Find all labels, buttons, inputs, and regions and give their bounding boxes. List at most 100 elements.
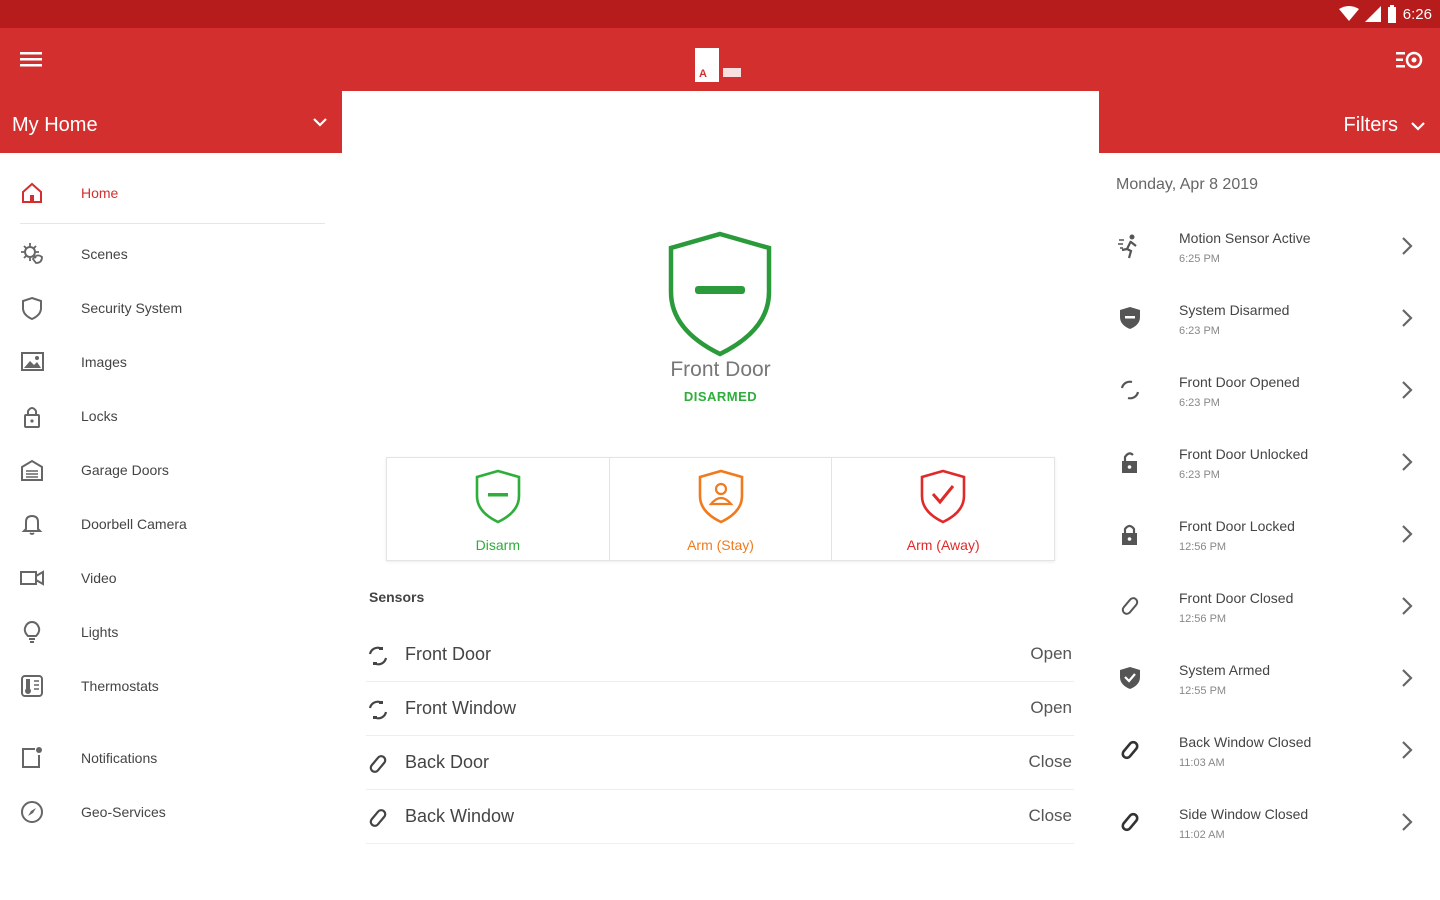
sidebar-item-label: Home — [81, 185, 119, 201]
event-time: 6:23 PM — [1179, 325, 1220, 337]
sidebar-item-locks[interactable]: Locks — [0, 393, 330, 439]
lock-icon — [1122, 524, 1137, 545]
sidebar-item-garage-doors[interactable]: Garage Doors — [0, 447, 330, 493]
security-device-name: Front Door — [670, 358, 771, 381]
sensor-closed-icon — [1121, 812, 1139, 832]
sidebar-item-images[interactable]: Images — [0, 339, 330, 385]
chevron-right-icon — [1402, 741, 1413, 759]
activity-event[interactable]: Motion Sensor Active 6:25 PM — [1100, 218, 1440, 290]
compass-icon — [18, 798, 46, 826]
chevron-right-icon — [1402, 237, 1413, 255]
scenes-icon — [18, 240, 46, 268]
sidebar-item-scenes[interactable]: Scenes — [0, 231, 330, 277]
sensor-value: Close — [1028, 806, 1072, 825]
sensor-name: Front Window — [405, 698, 517, 718]
unlock-icon — [1122, 452, 1137, 473]
sensor-value: Open — [1030, 644, 1072, 663]
activity-event[interactable]: Front Door Opened 6:23 PM — [1100, 362, 1440, 434]
sidebar-item-security-system[interactable]: Security System — [0, 285, 330, 331]
sidebar-item-geo-services[interactable]: Geo-Services — [0, 789, 330, 835]
sensor-name: Back Window — [405, 806, 515, 826]
sidebar-item-video[interactable]: Video — [0, 555, 330, 601]
sidebar-item-label: Doorbell Camera — [81, 516, 187, 532]
sensor-row[interactable]: Back Door Close — [366, 736, 1074, 790]
disarm-button[interactable]: Disarm — [387, 458, 610, 560]
activity-event[interactable]: Side Window Closed 11:02 AM — [1100, 794, 1440, 866]
chevron-right-icon — [1402, 669, 1413, 687]
sensor-row[interactable]: Back Window Close — [366, 790, 1074, 844]
activity-event[interactable]: Front Door Unlocked 6:23 PM — [1100, 434, 1440, 506]
app-logo: A — [695, 48, 741, 82]
arm-stay-button[interactable]: Arm (Stay) — [610, 458, 833, 560]
lock-icon — [18, 402, 46, 430]
shield-minus-icon — [1120, 307, 1140, 329]
sensor-value: Open — [1030, 698, 1072, 717]
sidebar-item-label: Scenes — [81, 246, 128, 262]
sidebar-item-thermostats[interactable]: Thermostats — [0, 663, 330, 709]
home-icon — [18, 179, 46, 207]
chevron-right-icon — [1402, 309, 1413, 327]
event-time: 6:23 PM — [1179, 469, 1220, 481]
arm-away-label: Arm (Away) — [906, 537, 980, 553]
activity-event[interactable]: System Armed 12:55 PM — [1100, 650, 1440, 722]
sidebar-item-label: Garage Doors — [81, 462, 169, 478]
event-time: 6:25 PM — [1179, 253, 1220, 265]
event-time: 12:56 PM — [1179, 541, 1227, 553]
sidebar-item-label: Geo-Services — [81, 804, 166, 820]
event-title: System Armed — [1179, 662, 1271, 678]
arm-stay-label: Arm (Stay) — [687, 537, 754, 553]
activity-event[interactable]: Back Window Closed 11:03 AM — [1100, 722, 1440, 794]
home-selector[interactable]: My Home — [0, 98, 342, 153]
image-icon — [18, 348, 46, 376]
bell-icon — [18, 510, 46, 538]
status-bar: 6:26 — [0, 0, 1440, 28]
chevron-down-icon — [313, 118, 327, 127]
event-time: 12:55 PM — [1179, 685, 1227, 697]
sensor-closed-icon — [369, 755, 387, 773]
signal-icon — [1364, 6, 1381, 22]
menu-icon[interactable] — [18, 48, 46, 70]
sensor-name: Front Door — [405, 644, 492, 664]
chevron-right-icon — [1402, 525, 1413, 543]
sidebar-item-lights[interactable]: Lights — [0, 609, 330, 655]
wifi-icon — [1338, 6, 1359, 21]
sidebar-item-notifications[interactable]: Notifications — [0, 735, 330, 781]
event-title: Motion Sensor Active — [1179, 230, 1311, 246]
shield-check-icon — [920, 469, 966, 524]
activity-event[interactable]: Front Door Closed 12:56 PM — [1100, 578, 1440, 650]
event-time: 11:03 AM — [1179, 757, 1225, 769]
chevron-down-icon — [1411, 121, 1425, 131]
sensor-closed-icon — [369, 809, 387, 827]
sensors-title: Sensors — [369, 589, 425, 605]
sidebar-item-home[interactable]: Home — [0, 170, 330, 216]
sensor-row[interactable]: Front Window Open — [366, 682, 1074, 736]
filters-button[interactable]: Filters — [1100, 98, 1440, 153]
event-title: Back Window Closed — [1179, 734, 1312, 750]
arm-away-button[interactable]: Arm (Away) — [832, 458, 1054, 560]
event-title: Front Door Closed — [1179, 590, 1294, 606]
sidebar: Home Scenes Security System Images Locks… — [0, 153, 342, 900]
shield-icon — [18, 294, 46, 322]
event-title: System Disarmed — [1179, 302, 1290, 318]
garage-icon — [18, 456, 46, 484]
shield-check-icon — [1120, 667, 1140, 689]
shield-minus-icon — [475, 469, 521, 524]
event-time: 12:56 PM — [1179, 613, 1227, 625]
motion-icon — [1118, 234, 1137, 259]
sensor-row[interactable]: Front Door Open — [366, 628, 1074, 682]
arm-actions: Disarm Arm (Stay) Arm (Away) — [386, 457, 1055, 561]
status-time: 6:26 — [1402, 5, 1432, 23]
activity-event[interactable]: Front Door Locked 12:56 PM — [1100, 506, 1440, 578]
chevron-right-icon — [1402, 381, 1413, 399]
filters-label: Filters — [1343, 114, 1398, 136]
sidebar-item-doorbell-camera[interactable]: Doorbell Camera — [0, 501, 330, 547]
sensor-open-icon — [368, 646, 388, 666]
sensor-closed-icon — [1121, 597, 1139, 615]
home-selector-label: My Home — [12, 114, 98, 136]
sidebar-item-label: Images — [81, 354, 127, 370]
nav-divider — [20, 223, 325, 224]
settings-toggle-icon[interactable] — [1394, 46, 1424, 74]
thermostat-icon — [18, 672, 46, 700]
sidebar-item-label: Video — [81, 570, 117, 586]
activity-event[interactable]: System Disarmed 6:23 PM — [1100, 290, 1440, 362]
